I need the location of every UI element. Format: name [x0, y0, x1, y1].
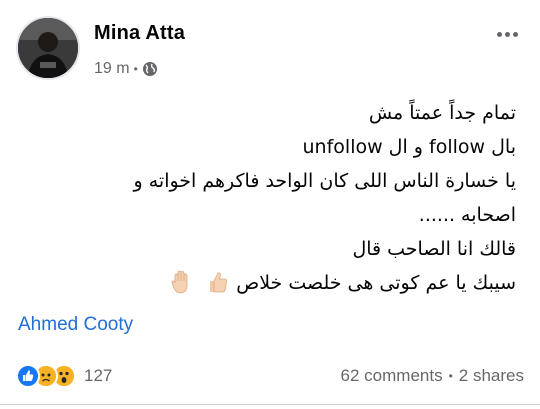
- post-line: اصحابه ......: [418, 204, 516, 226]
- post-header: Mina Atta 19 m •: [16, 16, 524, 82]
- avatar-photo: [18, 18, 78, 78]
- raised-hand-icon: [168, 269, 194, 295]
- post-text: تمام جداً عمتاً مش بال follow و ال unfol…: [36, 96, 517, 300]
- like-reaction-icon: [16, 364, 40, 388]
- divider: [0, 404, 540, 405]
- shares-count[interactable]: 2 shares: [459, 366, 524, 386]
- post-line: بال follow و ال unfollow: [302, 136, 516, 158]
- more-dot: [512, 31, 518, 37]
- author-name[interactable]: Mina Atta: [94, 22, 185, 45]
- meta-separator: •: [133, 62, 138, 76]
- reaction-count: 127: [84, 366, 113, 385]
- globe-icon[interactable]: [142, 61, 158, 77]
- engagement-stats: 62 comments • 2 shares: [341, 366, 524, 386]
- more-dot: [504, 31, 510, 37]
- post-line: قالك انا الصاحب قال: [352, 238, 516, 260]
- post-line-with-emoji: سيبك يا عم كوتى هى خلصت خلاص: [36, 266, 516, 300]
- post-meta: 19 m •: [94, 58, 158, 80]
- thumbs-up-icon: [204, 269, 230, 295]
- stats-separator: •: [448, 369, 453, 383]
- post-line: تمام جداً عمتاً مش: [368, 102, 516, 124]
- reactions-summary[interactable]: 127: [16, 364, 112, 388]
- comments-count[interactable]: 62 comments: [341, 366, 443, 386]
- post-line: سيبك يا عم كوتى هى خلصت خلاص: [236, 272, 516, 294]
- post-footer: 127 62 comments • 2 shares: [16, 362, 524, 390]
- more-options-icon[interactable]: [492, 26, 522, 42]
- post-time[interactable]: 19 m: [94, 60, 130, 78]
- mention-link[interactable]: Ahmed Cooty: [18, 314, 133, 336]
- facebook-post: Mina Atta 19 m • تمام جداً عمتاً مش بال …: [0, 0, 540, 409]
- more-dot: [496, 31, 502, 37]
- avatar[interactable]: [16, 16, 80, 80]
- post-line: يا خسارة الناس اللى كان الواحد فاكرهم اخ…: [133, 170, 517, 192]
